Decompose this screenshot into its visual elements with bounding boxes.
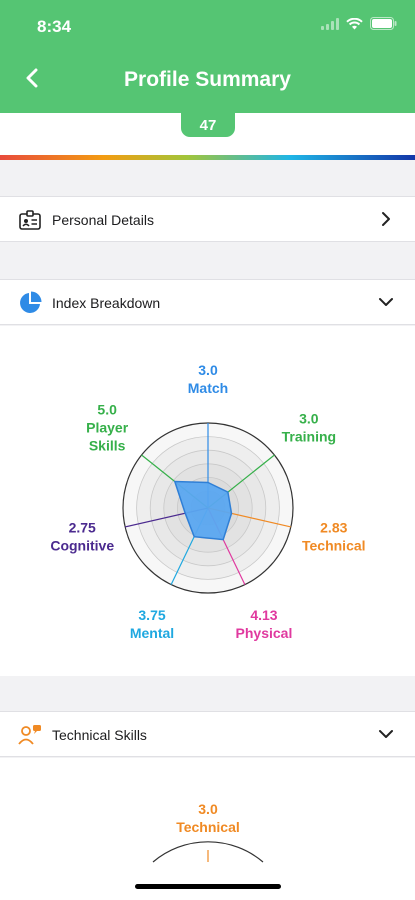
chevron-down-icon [377,725,395,743]
coach-icon [18,723,42,747]
radar-axis-value: 3.0 [198,362,218,378]
radar-axis-label: 5.0 Player Skills [86,402,129,454]
app-header: 8:34 Profile Summary [0,0,415,113]
technical-skills-label: Technical Skills [52,727,147,743]
home-indicator [135,884,281,889]
radar-axis-name: Physical [236,625,293,641]
radar-axis-label: 4.13 Physical [236,607,293,641]
wifi-icon [346,17,363,35]
radar-axis-label: 3.0 Match [188,362,228,396]
radar-axis-value: 5.0 [97,402,117,418]
score-badge: 47 [181,113,235,137]
index-radar-chart: 3.0 Match 3.0 Training 2.83 Technical 4.13 Phys… [50,362,366,641]
index-breakdown-label: Index Breakdown [52,295,161,311]
radar-axis-name: Cognitive [50,538,114,554]
radar-axis-label: 2.75 Cognitive [50,520,114,554]
radar-axis-name: Training [282,429,336,445]
id-card-icon [18,208,42,232]
technical-skills-panel: 3.0 Technical [0,758,415,900]
chevron-right-icon [377,210,395,228]
radar-axis-name: Skills [89,438,126,454]
radar-axis-value: 2.83 [320,520,347,536]
radar-axis-name: Mental [130,625,174,641]
score-gradient-bar [0,155,415,160]
index-breakdown-row[interactable]: Index Breakdown [0,279,415,325]
pie-chart-icon [18,291,42,315]
radar-axis-name: Technical [302,538,366,554]
radar-axis-name: Player [86,420,129,436]
technical-skills-row[interactable]: Technical Skills [0,711,415,757]
battery-icon [370,17,397,35]
personal-details-label: Personal Details [52,212,154,228]
radar-axis-label: 2.83 Technical [302,520,366,554]
signal-icon [321,17,339,35]
score-area: 47 [0,113,415,156]
page-title: Profile Summary [124,68,291,91]
technical-preview-label: Technical [176,819,240,835]
status-icons [321,17,397,35]
index-breakdown-panel: 3.0 Match 3.0 Training 2.83 Technical 4.13 Phys… [0,326,415,676]
technical-radar-chart: 3.0 Technical [152,801,264,863]
radar-axis-value: 3.0 [299,411,319,427]
personal-details-row[interactable]: Personal Details [0,196,415,242]
technical-preview-value: 3.0 [198,801,218,817]
radar-axis-value: 2.75 [69,520,96,536]
status-time: 8:34 [37,17,72,36]
radar-axis-label: 3.75 Mental [130,607,174,641]
chevron-down-icon [377,293,395,311]
radar-axis-name: Match [188,380,228,396]
radar-axis-value: 4.13 [250,607,277,623]
radar-axis-value: 3.75 [138,607,165,623]
radar-axis-label: 3.0 Training [282,411,336,445]
